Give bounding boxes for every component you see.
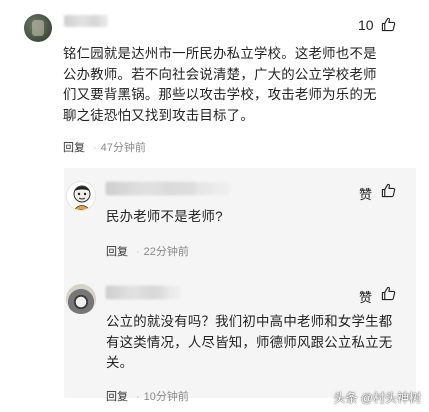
comment-line: 民办老师不是老师? bbox=[106, 209, 223, 224]
comment-line: 公办教师。若不向社会说清楚，广大的公立学校老师 bbox=[63, 66, 377, 82]
reply-text: 民办老师不是老师? bbox=[106, 207, 223, 228]
reply-author-extra-redacted bbox=[106, 286, 180, 299]
comment-line: 公立的就没有吗？我们初中高中老师和女学生都 bbox=[106, 314, 393, 329]
reply-button[interactable]: 回复 bbox=[63, 142, 85, 154]
comment-time: 47分钟前 bbox=[100, 142, 146, 154]
reply-text: 公立的就没有吗？我们初中高中老师和女学生都 有这类情况，人尽皆知，师德师风跟公立… bbox=[106, 312, 418, 374]
reply-button[interactable]: 回复 bbox=[106, 391, 128, 403]
like-label: 赞 bbox=[359, 187, 373, 202]
reply-author-extra-redacted bbox=[106, 182, 230, 195]
separator-dot: · bbox=[93, 142, 97, 154]
commenter-avatar[interactable] bbox=[24, 14, 52, 42]
reply-time: 10分钟前 bbox=[143, 391, 189, 403]
reply-button[interactable]: 回复 bbox=[106, 246, 128, 258]
reply-meta: 回复 · 10分钟前 bbox=[106, 388, 189, 404]
comment-line: 铭仁园就是达州市一所民办私立学校。这老师也不是 bbox=[63, 46, 377, 61]
thumbs-up-icon[interactable] bbox=[381, 286, 396, 301]
thumbs-up-icon[interactable] bbox=[381, 17, 396, 32]
like-count: 10 bbox=[358, 17, 374, 33]
commenter-name-redacted[interactable] bbox=[64, 15, 108, 27]
watermark: 头条 @村头神树 bbox=[333, 391, 421, 405]
separator-dot: · bbox=[136, 391, 140, 403]
reply-avatar[interactable] bbox=[66, 284, 96, 314]
reply-time: 22分钟前 bbox=[143, 246, 189, 258]
comment-line: 聊之徒恐怕又找到攻击目标了。 bbox=[63, 107, 254, 123]
comment-line: 们又要背黑锅。那些以攻击学校，攻击老师为乐的无 bbox=[63, 87, 377, 102]
like-label: 赞 bbox=[359, 290, 373, 305]
main-comment-text: 铭仁园就是达州市一所民办私立学校。这老师也不是 公办教师。若不向社会说清楚，广大… bbox=[63, 44, 419, 126]
comment-line: 关。 bbox=[106, 355, 134, 370]
separator-dot: · bbox=[136, 246, 140, 258]
comment-line: 有这类情况，人尽皆知，师德师风跟公立私立无 bbox=[106, 334, 393, 350]
main-comment-meta: 回复 · 47分钟前 bbox=[63, 139, 146, 155]
thumbs-up-icon[interactable] bbox=[381, 183, 396, 198]
reply-avatar[interactable] bbox=[66, 181, 96, 211]
reply-meta: 回复 · 22分钟前 bbox=[106, 243, 189, 259]
